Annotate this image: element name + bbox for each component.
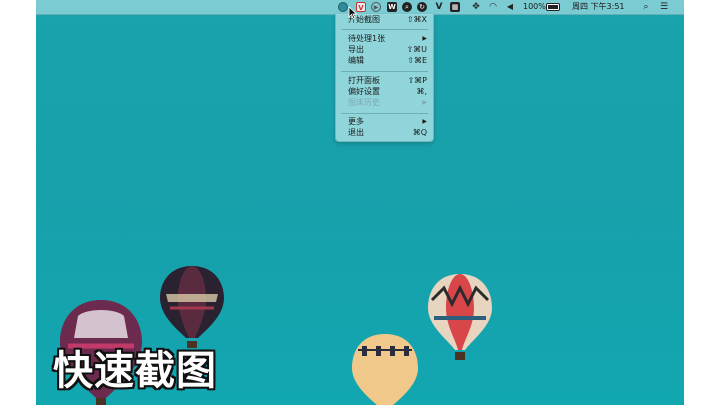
video-caption: 快速截图 [53,348,217,394]
screenshot-app-icon[interactable] [338,2,348,12]
hot-air-balloon-image [428,274,492,360]
submenu-arrow-icon: ▶ [422,118,427,125]
menu-item-edit[interactable]: 编辑 ⇧⌘E [336,56,433,66]
wifi-icon[interactable]: ◠ [488,2,498,12]
menu-item-image-host-history: 图床历史 ▶ [348,98,427,107]
menu-separator [341,71,428,72]
hot-air-balloon-image [352,334,418,405]
menubar-clock[interactable]: 周四 下午3:51 [572,0,625,14]
submenu-arrow-icon: ▶ [422,99,427,106]
battery-icon[interactable] [546,3,560,11]
search-app-icon[interactable]: ⌕ [402,2,412,12]
network-icon[interactable]: ✥ [471,2,481,12]
menu-item-more[interactable]: 更多 ▶ [336,117,433,127]
battery-percent: 100% [523,2,546,11]
spotlight-icon[interactable]: ⌕ [641,2,651,12]
menu-item-preferences[interactable]: 偏好设置 ⌘, [336,87,433,97]
volume-icon[interactable]: ◀ [505,2,515,12]
control-center-icon[interactable]: ☰ [659,2,669,12]
menu-item-open-panel[interactable]: 打开面板 ⇧⌘P [336,76,433,86]
submenu-arrow-icon: ▶ [422,35,427,42]
menu-item-export[interactable]: 导出 ⇧⌘U [336,45,433,55]
vpn-icon[interactable]: W [387,2,397,12]
screenshot-app-menu: 开始截图 ⇧⌘X 待处理1张 ▶ 导出 ⇧⌘U 编辑 ⇧⌘E 打开面板 ⇧⌘P … [335,14,434,142]
menu-separator [341,113,428,114]
v-icon[interactable]: V [434,2,444,12]
notes-icon[interactable]: ▦ [450,2,460,12]
desktop: V ▶ W ⌕ ↻ V ▦ ✥ ◠ ◀ 100% 周四 下午3:51 ⌕ ☰ 开… [36,0,684,405]
menu-bar: V ▶ W ⌕ ↻ V ▦ ✥ ◠ ◀ 100% 周四 下午3:51 ⌕ ☰ [36,0,684,15]
menu-item-pending[interactable]: 待处理1张 ▶ [336,34,433,44]
mouse-cursor-icon [348,6,358,20]
sync-icon[interactable]: ↻ [417,2,427,12]
menu-separator [341,29,428,30]
play-icon[interactable]: ▶ [371,2,381,12]
menu-item-quit[interactable]: 退出 ⌘Q [336,128,433,138]
